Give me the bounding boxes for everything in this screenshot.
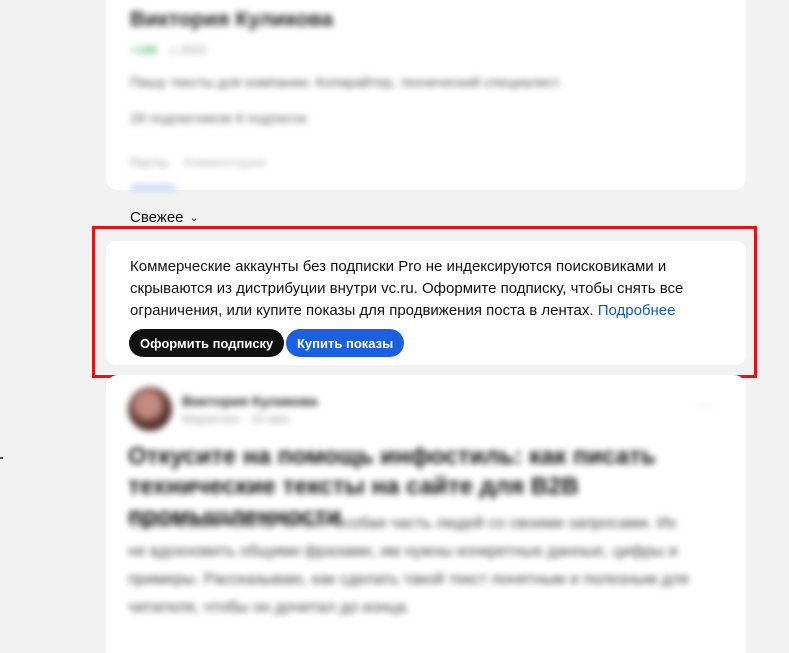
more-info-link[interactable]: Подробнее bbox=[598, 302, 676, 319]
profile-card: Виктория Куликова +189 с 2022 Пишу текст… bbox=[106, 0, 746, 190]
karma-badge: +189 bbox=[130, 43, 158, 57]
buy-impressions-button[interactable]: Купить показы bbox=[286, 329, 405, 357]
sort-label: Свежее bbox=[130, 209, 184, 226]
post-excerpt: Технические тексты читает особая часть л… bbox=[128, 515, 689, 616]
tab-posts[interactable]: Посты bbox=[130, 155, 168, 170]
avatar[interactable] bbox=[128, 387, 172, 431]
pro-notice-card: Коммерческие аккаунты без подписки Pro н… bbox=[106, 241, 746, 365]
post-author[interactable]: Виктория Куликова bbox=[182, 393, 317, 409]
more-options-icon[interactable]: ··· bbox=[696, 397, 715, 415]
subscribe-button[interactable]: Оформить подписку bbox=[129, 329, 285, 357]
notice-text-block: Коммерческие аккаунты без подписки Pro н… bbox=[130, 256, 720, 322]
post-card[interactable]: Виктория Куликова Маркетинг · 15 мин ···… bbox=[106, 375, 746, 653]
profile-name: Виктория Куликова bbox=[130, 8, 334, 31]
profile-tabs: Посты Комментарии bbox=[130, 155, 266, 170]
profile-stats[interactable]: 28 подписчиков 6 подписок bbox=[130, 110, 307, 126]
profile-description: Пишу тексты для компании. Копирайтер, те… bbox=[130, 74, 562, 90]
edge-marker bbox=[0, 457, 3, 459]
sort-dropdown[interactable]: Свежее ⌄ bbox=[130, 209, 199, 226]
post-subtitle: Маркетинг · 15 мин bbox=[182, 412, 290, 426]
tab-comments[interactable]: Комментарии bbox=[184, 155, 266, 170]
active-tab-indicator bbox=[130, 185, 176, 190]
page: Виктория Куликова +189 с 2022 Пишу текст… bbox=[0, 0, 789, 653]
profile-since: с 2022 bbox=[170, 43, 207, 57]
profile-meta: +189 с 2022 bbox=[130, 43, 206, 57]
chevron-down-icon: ⌄ bbox=[189, 212, 199, 224]
